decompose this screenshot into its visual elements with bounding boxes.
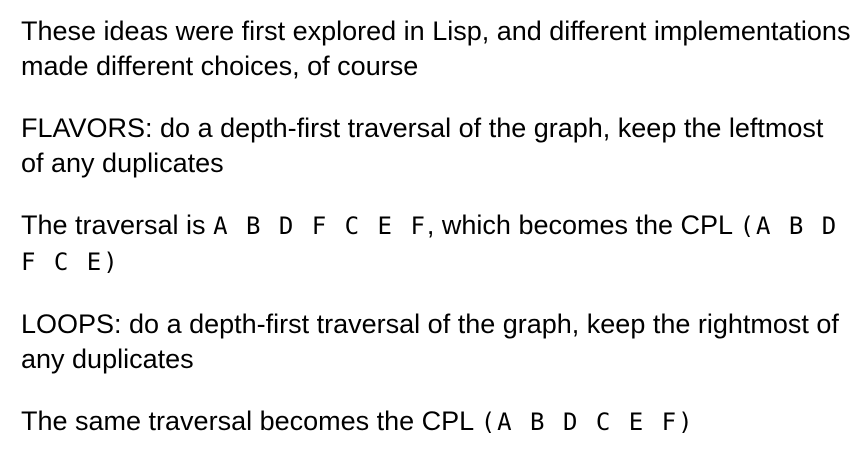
- loops-cpl-code: (A B D C E F): [480, 408, 695, 436]
- loops-cpl-paragraph: The same traversal becomes the CPL (A B …: [21, 404, 851, 440]
- slide-body: These ideas were first explored in Lisp,…: [21, 14, 851, 467]
- loops-paragraph: LOOPS: do a depth-first traversal of the…: [21, 309, 839, 374]
- traversal-prefix-text: The traversal is: [21, 210, 214, 240]
- flavors-traversal-paragraph: The traversal is A B D F C E F, which be…: [21, 208, 851, 280]
- flavors-paragraph: FLAVORS: do a depth-first traversal of t…: [21, 113, 824, 178]
- intro-paragraph: These ideas were first explored in Lisp,…: [21, 16, 851, 81]
- traversal-middle-text: , which becomes the CPL: [426, 210, 740, 240]
- traversal-sequence-code: A B D F C E F: [213, 212, 427, 240]
- loops-prefix-text: The same traversal becomes the CPL: [21, 406, 481, 436]
